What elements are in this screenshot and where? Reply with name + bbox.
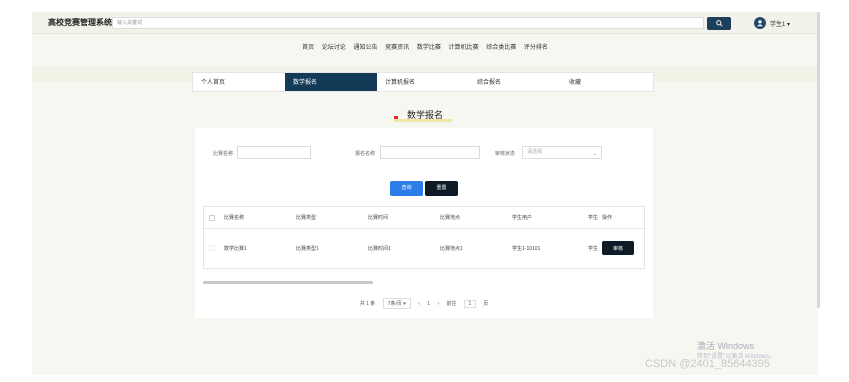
page-scrollbar[interactable] xyxy=(817,12,820,308)
tab-profile[interactable]: 个人首页 xyxy=(193,73,285,91)
col-competition-name: 比赛名称 xyxy=(224,215,245,221)
competition-name-input[interactable] xyxy=(237,146,311,159)
competition-name-label: 比赛名称 xyxy=(213,151,234,157)
cell-student-name: 学生1 xyxy=(588,245,598,252)
avatar[interactable] xyxy=(754,17,766,29)
search-input[interactable]: 输入关键词 xyxy=(112,17,704,29)
col-student-name: 学生名 xyxy=(588,215,598,221)
col-competition-type: 比赛类型 xyxy=(296,215,317,221)
nav-item-general[interactable]: 综合类比赛 xyxy=(486,42,516,51)
review-status-select[interactable]: 请选择 ⌄ xyxy=(522,146,602,159)
goto-page-input[interactable]: 1 xyxy=(463,299,476,308)
pagination: 共 1 条 7条/页 ▾ ‹ 1 › 前往 1 页 xyxy=(195,298,653,309)
nav-item-math[interactable]: 数学比赛 xyxy=(417,42,441,51)
page: 高校竞赛管理系统 输入关键词 学生1 ▾ 首页 论坛讨论 通知公告 竞赛资讯 数… xyxy=(0,0,849,382)
col-student-user: 学生用户 xyxy=(512,215,533,221)
nav-item-ranking[interactable]: 评分排名 xyxy=(524,42,548,51)
site-logo[interactable]: 高校竞赛管理系统 xyxy=(48,17,112,28)
search-icon xyxy=(715,20,723,27)
user-menu[interactable]: 学生1 ▾ xyxy=(770,19,790,28)
registration-panel: 比赛名称 报名名称 审核状态 请选择 ⌄ 查询 重置 比赛名称 比赛类型 比赛时… xyxy=(195,128,653,318)
prev-page-button[interactable]: ‹ xyxy=(418,301,420,307)
cell-actions: 审核 xyxy=(598,229,638,267)
goto-label: 前往 xyxy=(446,301,457,307)
cell-competition-name: 数学比赛1 xyxy=(224,245,247,252)
query-button[interactable]: 查询 xyxy=(390,181,423,196)
cell-competition-location: 比赛地点1 xyxy=(440,245,463,252)
nav-item-notices[interactable]: 通知公告 xyxy=(353,42,377,51)
cell-competition-type: 比赛类型1 xyxy=(296,245,319,252)
review-button[interactable]: 审核 xyxy=(602,241,634,255)
table-row: 数学比赛1 比赛类型1 比赛时间1 比赛地点1 学生1-10101 学生1 审核 xyxy=(204,229,644,267)
cell-student-user: 学生1-10101 xyxy=(512,245,541,252)
select-all-checkbox[interactable] xyxy=(204,207,220,228)
nav-item-news[interactable]: 竞赛资讯 xyxy=(385,42,409,51)
tab-math-registration[interactable]: 数学报名 xyxy=(285,73,377,91)
col-actions: 操作 xyxy=(602,215,613,221)
tab-general-registration[interactable]: 综合报名 xyxy=(469,73,561,91)
chevron-down-icon: ⌄ xyxy=(592,151,597,157)
col-competition-location: 比赛地点 xyxy=(440,215,461,221)
registration-table: 比赛名称 比赛类型 比赛时间 比赛地点 学生用户 学生名 操作 数学比赛1 比赛… xyxy=(203,206,645,269)
page-size-select[interactable]: 7条/页 ▾ xyxy=(382,298,411,309)
next-page-button[interactable]: › xyxy=(437,301,439,307)
profile-tabs: 个人首页 数学报名 计算机报名 综合报名 收藏 xyxy=(192,72,654,92)
review-status-label: 审核状态 xyxy=(495,151,516,157)
top-bar: 高校竞赛管理系统 输入关键词 学生1 ▾ xyxy=(32,12,818,34)
table-scrollbar[interactable] xyxy=(203,281,373,284)
row-checkbox[interactable] xyxy=(204,229,220,267)
registration-name-input[interactable] xyxy=(380,146,480,159)
page-number[interactable]: 1 xyxy=(427,301,430,307)
nav-item-computer[interactable]: 计算机比赛 xyxy=(449,42,479,51)
table-header: 比赛名称 比赛类型 比赛时间 比赛地点 学生用户 学生名 操作 xyxy=(204,207,644,229)
csdn-watermark: CSDN @2401_85644395 xyxy=(645,358,770,370)
app-window: 高校竞赛管理系统 输入关键词 学生1 ▾ 首页 论坛讨论 通知公告 竞赛资讯 数… xyxy=(32,12,818,375)
nav-item-forum[interactable]: 论坛讨论 xyxy=(322,42,346,51)
reset-button[interactable]: 重置 xyxy=(425,181,458,196)
title-underline xyxy=(394,119,452,122)
tab-computer-registration[interactable]: 计算机报名 xyxy=(377,73,469,91)
main-nav: 首页 论坛讨论 通知公告 竞赛资讯 数学比赛 计算机比赛 综合类比赛 评分排名 xyxy=(32,42,818,51)
registration-name-label: 报名名称 xyxy=(355,151,376,157)
col-competition-time: 比赛时间 xyxy=(368,215,389,221)
user-icon xyxy=(757,20,763,27)
goto-suffix: 页 xyxy=(483,301,489,307)
cell-competition-time: 比赛时间1 xyxy=(368,245,391,252)
nav-item-home[interactable]: 首页 xyxy=(302,42,314,51)
pager-total: 共 1 条 xyxy=(359,301,376,307)
review-status-placeholder: 请选择 xyxy=(527,149,543,155)
search-button[interactable] xyxy=(707,17,731,30)
tab-favorites[interactable]: 收藏 xyxy=(561,73,653,91)
